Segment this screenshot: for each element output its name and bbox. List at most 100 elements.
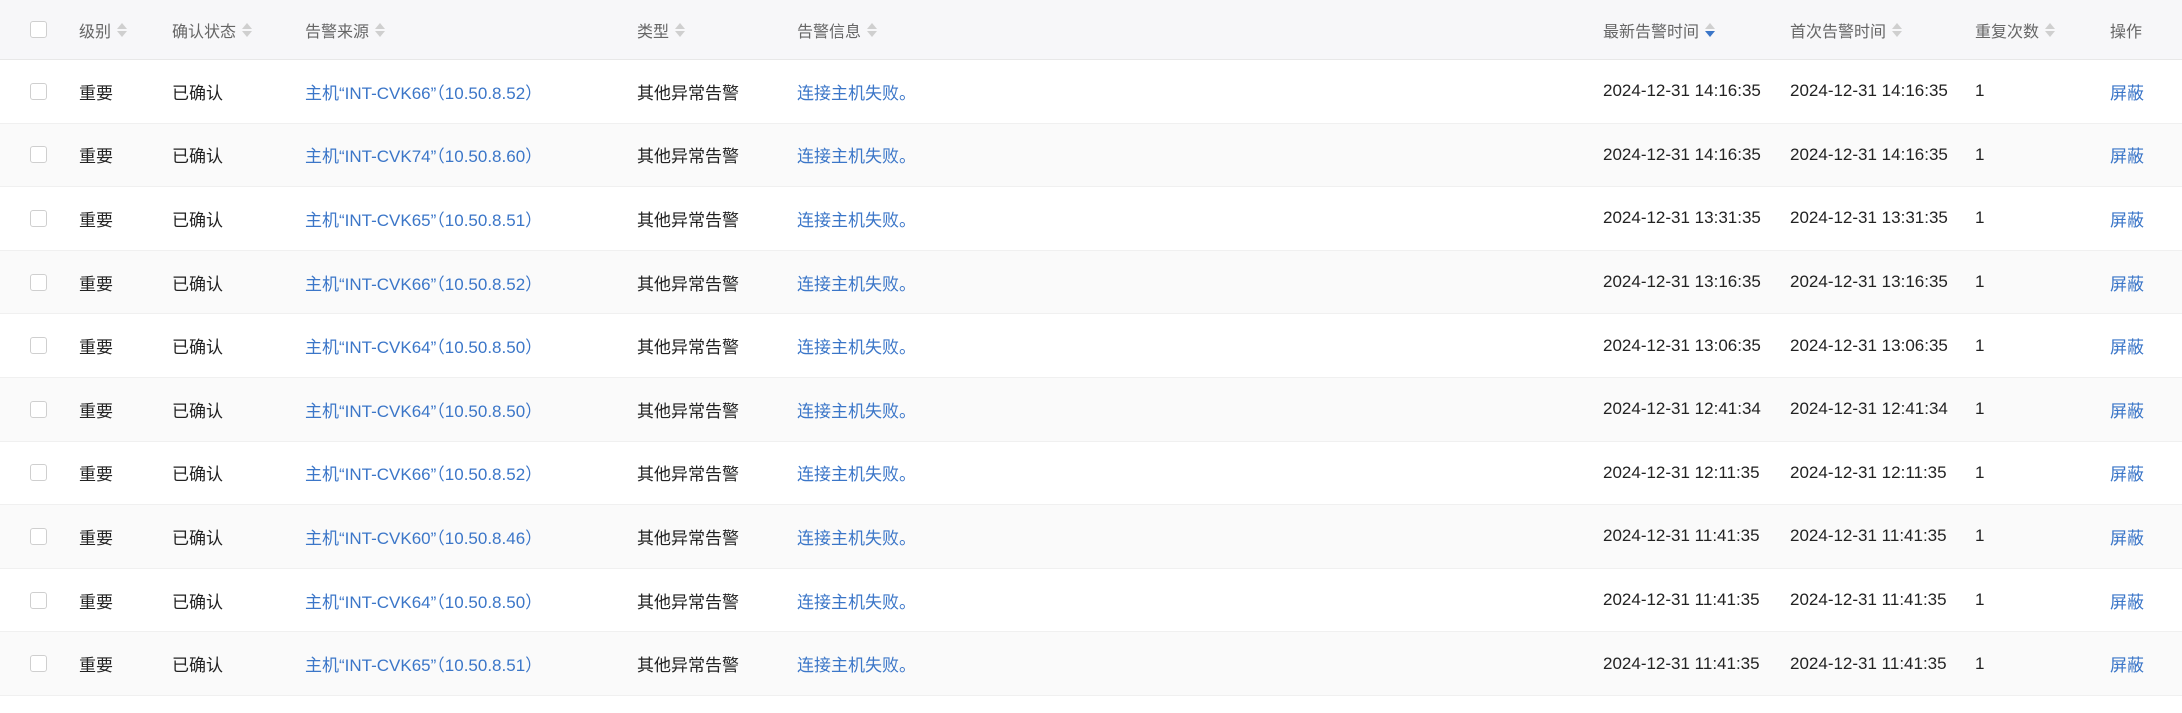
source-link[interactable]: 主机“INT-CVK66”（10.50.8.52） — [305, 442, 542, 505]
mask-action-link[interactable]: 屏蔽 — [2110, 569, 2144, 632]
select-all-checkbox[interactable] — [30, 21, 47, 38]
info-link[interactable]: 连接主机失败。 — [797, 442, 916, 505]
row-checkbox-cell — [30, 442, 47, 505]
ack-cell: 已确认 — [172, 528, 223, 548]
row-checkbox[interactable] — [30, 400, 47, 418]
sort-icon[interactable] — [117, 22, 128, 37]
source-link[interactable]: 主机“INT-CVK65”（10.50.8.51） — [305, 187, 542, 250]
repeat-count-cell: 1 — [1975, 208, 1985, 228]
info-link[interactable]: 连接主机失败。 — [797, 251, 916, 314]
row-checkbox[interactable] — [30, 146, 47, 164]
type-cell: 其他异常告警 — [637, 83, 739, 103]
mask-action-link[interactable]: 屏蔽 — [2110, 632, 2144, 695]
info-link[interactable]: 连接主机失败。 — [797, 569, 916, 632]
type-cell: 其他异常告警 — [637, 210, 739, 230]
row-checkbox-cell — [30, 632, 47, 695]
ack-cell: 已确认 — [172, 210, 223, 230]
header-info[interactable]: 告警信息 — [797, 0, 878, 59]
first-time-cell: 2024-12-31 13:06:35 — [1790, 335, 1948, 355]
mask-action-link[interactable]: 屏蔽 — [2110, 187, 2144, 250]
row-checkbox-cell — [30, 378, 47, 441]
level-cell: 重要 — [79, 401, 113, 421]
mask-action-link[interactable]: 屏蔽 — [2110, 378, 2144, 441]
row-checkbox[interactable] — [30, 82, 47, 100]
sort-desc-icon[interactable] — [1705, 22, 1716, 37]
level-cell: 重要 — [79, 592, 113, 612]
header-level[interactable]: 级别 — [79, 0, 128, 59]
row-checkbox[interactable] — [30, 273, 47, 291]
source-link[interactable]: 主机“INT-CVK65”（10.50.8.51） — [305, 632, 542, 695]
sort-icon[interactable] — [242, 22, 253, 37]
row-checkbox-cell — [30, 314, 47, 377]
source-link[interactable]: 主机“INT-CVK64”（10.50.8.50） — [305, 569, 542, 632]
header-latest-time-label: 最新告警时间 — [1603, 23, 1700, 41]
mask-action-link[interactable]: 屏蔽 — [2110, 251, 2144, 314]
source-link[interactable]: 主机“INT-CVK64”（10.50.8.50） — [305, 314, 542, 377]
repeat-count-cell: 1 — [1975, 335, 1985, 355]
header-source[interactable]: 告警来源 — [305, 0, 386, 59]
ack-cell: 已确认 — [172, 274, 223, 294]
info-link[interactable]: 连接主机失败。 — [797, 187, 916, 250]
mask-action-link[interactable]: 屏蔽 — [2110, 124, 2144, 187]
row-checkbox-cell — [30, 187, 47, 250]
header-type[interactable]: 类型 — [637, 0, 686, 59]
row-checkbox-cell — [30, 569, 47, 632]
header-ack-status[interactable]: 确认状态 — [172, 0, 253, 59]
first-time-cell: 2024-12-31 14:16:35 — [1790, 144, 1948, 164]
mask-action-link[interactable]: 屏蔽 — [2110, 505, 2144, 568]
source-link[interactable]: 主机“INT-CVK66”（10.50.8.52） — [305, 251, 542, 314]
header-action: 操作 — [2110, 0, 2142, 59]
info-link[interactable]: 连接主机失败。 — [797, 505, 916, 568]
info-link[interactable]: 连接主机失败。 — [797, 314, 916, 377]
ack-cell: 已确认 — [172, 83, 223, 103]
row-checkbox[interactable] — [30, 527, 47, 545]
ack-cell: 已确认 — [172, 338, 223, 358]
header-first-time[interactable]: 首次告警时间 — [1790, 0, 1903, 59]
sort-icon[interactable] — [1892, 22, 1903, 37]
repeat-count-cell: 1 — [1975, 81, 1985, 101]
table-row: 重要 已确认 主机“INT-CVK64”（10.50.8.50） 其他异常告警 … — [0, 314, 2182, 378]
first-time-cell: 2024-12-31 11:41:35 — [1790, 590, 1947, 610]
header-repeat-count[interactable]: 重复次数 — [1975, 0, 2056, 59]
mask-action-link[interactable]: 屏蔽 — [2110, 442, 2144, 505]
header-first-time-label: 首次告警时间 — [1790, 23, 1887, 41]
latest-time-cell: 2024-12-31 11:41:35 — [1603, 526, 1760, 546]
info-link[interactable]: 连接主机失败。 — [797, 378, 916, 441]
info-link[interactable]: 连接主机失败。 — [797, 124, 916, 187]
latest-time-cell: 2024-12-31 12:11:35 — [1603, 462, 1760, 482]
latest-time-cell: 2024-12-31 14:16:35 — [1603, 81, 1761, 101]
ack-cell: 已确认 — [172, 592, 223, 612]
header-action-label: 操作 — [2110, 23, 2143, 41]
table-row: 重要 已确认 主机“INT-CVK60”（10.50.8.46） 其他异常告警 … — [0, 505, 2182, 569]
level-cell: 重要 — [79, 465, 113, 485]
row-checkbox[interactable] — [30, 337, 47, 355]
sort-icon[interactable] — [867, 22, 878, 37]
header-checkbox-cell — [30, 0, 47, 59]
sort-icon[interactable] — [675, 22, 686, 37]
row-checkbox[interactable] — [30, 464, 47, 482]
sort-icon[interactable] — [375, 22, 386, 37]
type-cell: 其他异常告警 — [637, 592, 739, 612]
table-row: 重要 已确认 主机“INT-CVK66”（10.50.8.52） 其他异常告警 … — [0, 250, 2182, 315]
sort-icon[interactable] — [2045, 22, 2056, 37]
header-latest-time[interactable]: 最新告警时间 — [1603, 0, 1716, 59]
latest-time-cell: 2024-12-31 11:41:35 — [1603, 590, 1760, 610]
mask-action-link[interactable]: 屏蔽 — [2110, 314, 2144, 377]
row-checkbox-cell — [30, 124, 47, 187]
repeat-count-cell: 1 — [1975, 653, 1985, 673]
info-link[interactable]: 连接主机失败。 — [797, 632, 916, 695]
source-link[interactable]: 主机“INT-CVK64”（10.50.8.50） — [305, 378, 542, 441]
table-header: 级别 确认状态 告警来源 类型 告警信息 最新告警时间 首次告警时间 重复次数 — [0, 0, 2182, 60]
row-checkbox[interactable] — [30, 655, 47, 673]
mask-action-link[interactable]: 屏蔽 — [2110, 60, 2144, 123]
level-cell: 重要 — [79, 338, 113, 358]
level-cell: 重要 — [79, 274, 113, 294]
row-checkbox[interactable] — [30, 209, 47, 227]
source-link[interactable]: 主机“INT-CVK60”（10.50.8.46） — [305, 505, 542, 568]
row-checkbox[interactable] — [30, 591, 47, 609]
row-checkbox-cell — [30, 505, 47, 568]
info-link[interactable]: 连接主机失败。 — [797, 60, 916, 123]
source-link[interactable]: 主机“INT-CVK66”（10.50.8.52） — [305, 60, 542, 123]
source-link[interactable]: 主机“INT-CVK74”（10.50.8.60） — [305, 124, 542, 187]
type-cell: 其他异常告警 — [637, 401, 739, 421]
